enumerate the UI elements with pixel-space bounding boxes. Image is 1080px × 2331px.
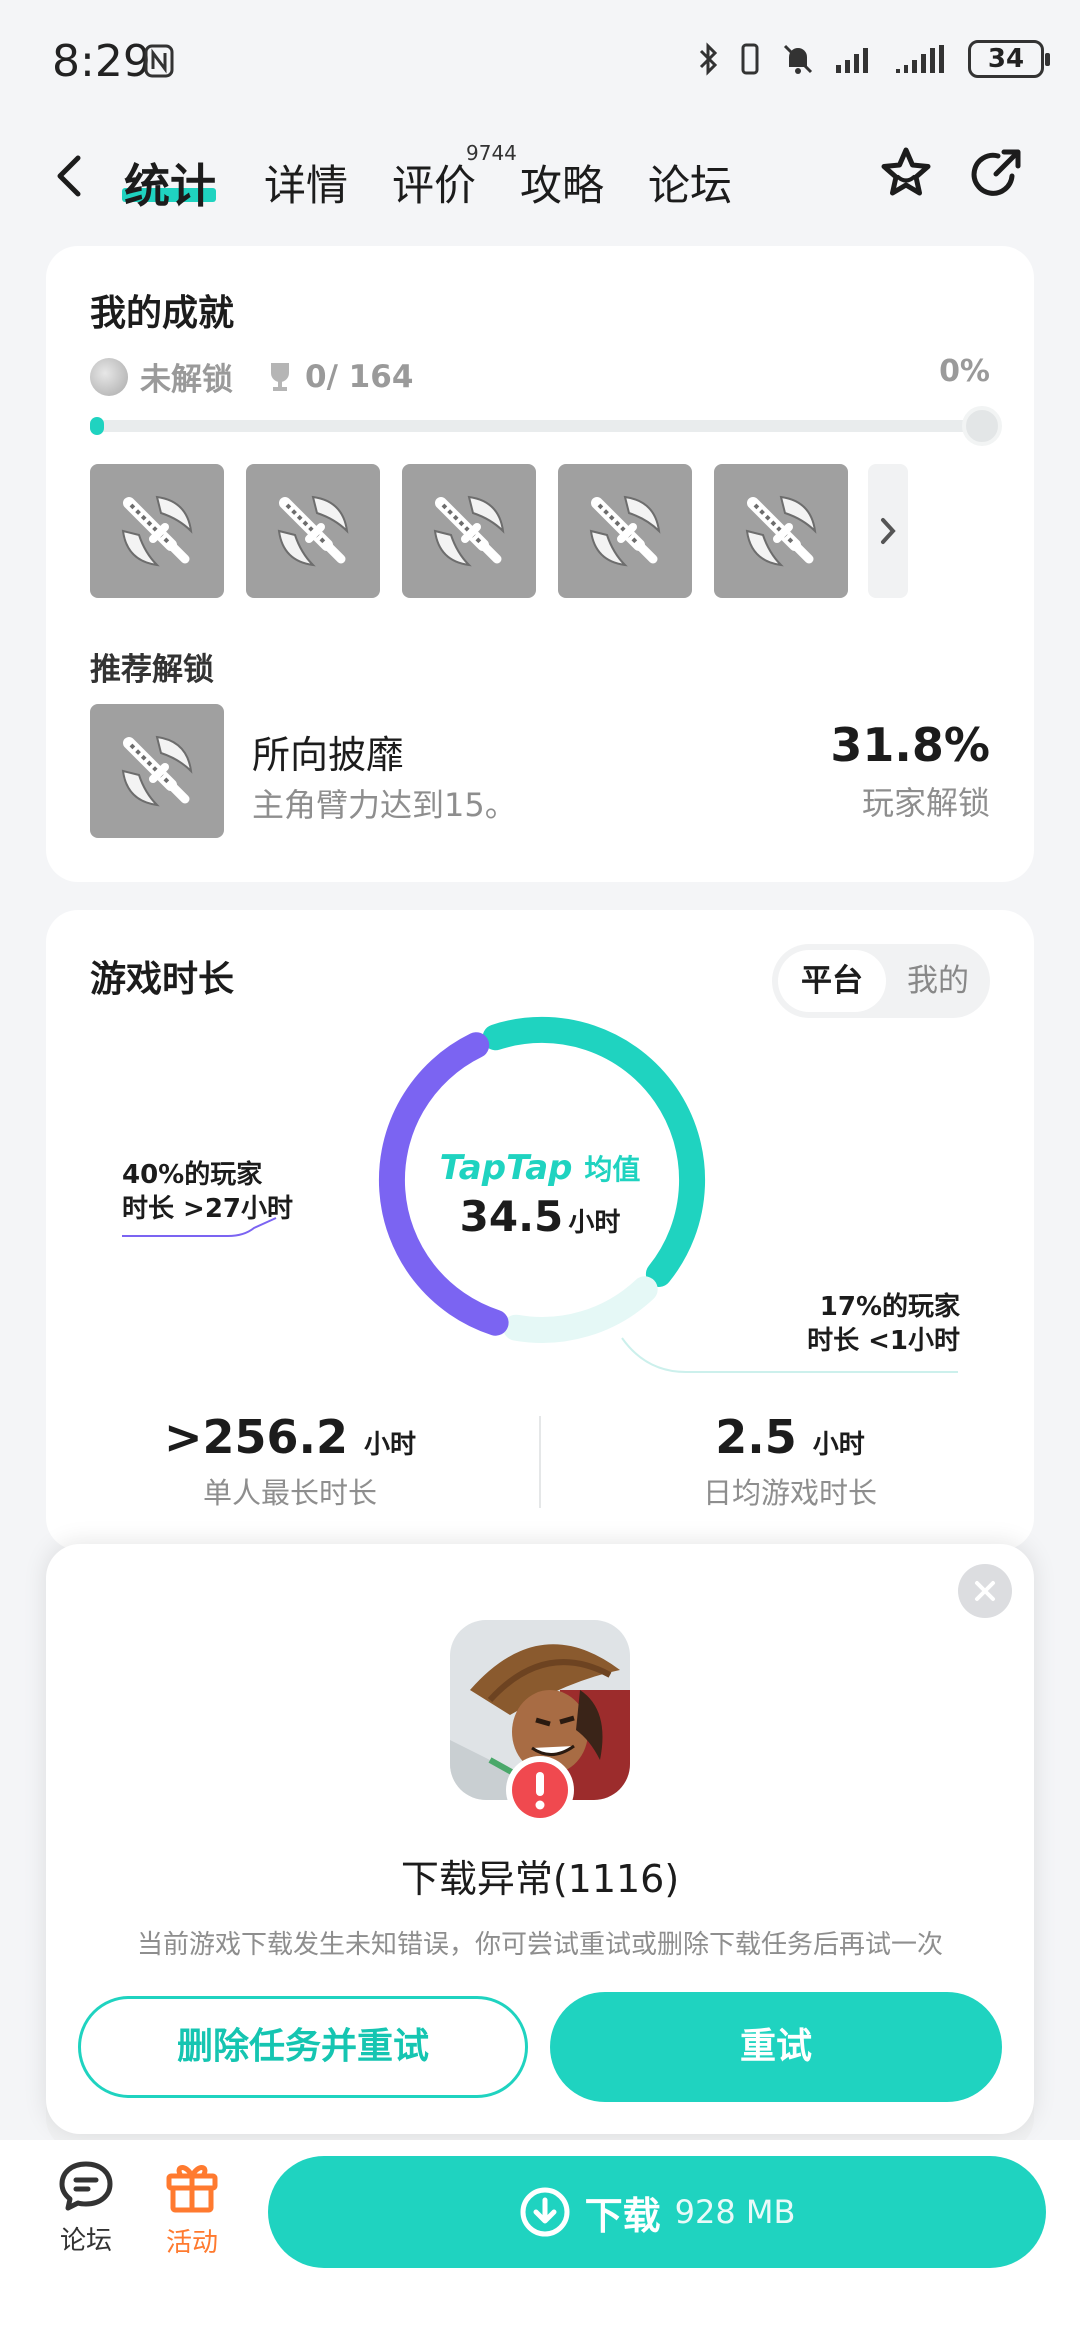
download-label: 下载	[584, 2193, 661, 2238]
sword-badge-icon	[121, 735, 193, 807]
close-icon	[975, 1581, 995, 1601]
average-playtime-unit: 小时	[568, 1208, 621, 1238]
signal-icon	[836, 48, 868, 73]
locked-medal-icon	[90, 357, 128, 396]
taptap-brand: TapTap	[439, 1148, 573, 1188]
tab-forum[interactable]: 论坛	[648, 152, 732, 213]
status-bar: 8:29 34	[0, 0, 1080, 120]
gift-icon	[166, 2165, 218, 2213]
forum-chat-icon	[59, 2161, 113, 2211]
achievement-badge[interactable]	[90, 464, 224, 598]
achievement-badge[interactable]	[558, 464, 692, 598]
dialog-title: 下载异常(1116)	[400, 1857, 680, 1901]
short-playtime-note-line2: 时长 <1小时	[807, 1326, 960, 1356]
daily-playtime-value: 2.5	[715, 1410, 797, 1464]
achievement-badges	[90, 464, 848, 598]
dialog-close-button[interactable]	[958, 1564, 1012, 1618]
forum-label: 论坛	[59, 2226, 112, 2256]
longest-playtime-value: >256.2	[163, 1410, 348, 1464]
short-playtime-note-line1: 17%的玩家	[819, 1292, 960, 1322]
trophy-count: 0/ 164	[305, 358, 414, 395]
review-count-badge: 9744	[466, 141, 517, 165]
activity-button[interactable]: 活动	[142, 2160, 242, 2259]
lock-status: 未解锁	[140, 362, 233, 398]
tab-guides[interactable]: 攻略	[520, 152, 604, 213]
recommend-unlock-label: 玩家解锁	[861, 784, 990, 822]
sword-badge-icon	[433, 495, 505, 567]
bottom-action-bar: 论坛 活动 下载 928 MB	[0, 2140, 1080, 2331]
forum-button[interactable]: 论坛	[36, 2160, 136, 2257]
nfc-icon	[144, 44, 174, 78]
error-alert-icon	[506, 1756, 574, 1824]
dialog-description: 当前游戏下载发生未知错误，你可尝试重试或删除下载任务后再试一次	[136, 1930, 943, 1960]
recommend-badge[interactable]	[90, 704, 224, 838]
tab-details[interactable]: 详情	[264, 152, 348, 213]
status-time: 8:29	[52, 36, 151, 87]
achievement-badge[interactable]	[246, 464, 380, 598]
average-playtime: 34.5 小时	[46, 1192, 1034, 1241]
recommend-unlock-percent: 31.8%	[830, 718, 990, 772]
average-suffix: 均值	[584, 1153, 641, 1186]
achievement-progress-bar	[90, 406, 1002, 446]
mute-bell-icon	[783, 44, 813, 74]
recommend-desc: 主角臂力达到15。	[252, 786, 517, 824]
tab-reviews[interactable]: 评价	[392, 152, 476, 213]
sword-badge-icon	[589, 495, 661, 567]
signal-icon-2	[896, 45, 944, 73]
achievements-card: 我的成就 未解锁 0/ 164 0% 推荐解锁 所向披靡 主角臂力达到15。 3…	[46, 246, 1034, 882]
achievement-badge[interactable]	[402, 464, 536, 598]
achievement-percent: 0%	[939, 354, 990, 389]
average-playtime-value: 34.5	[459, 1192, 564, 1241]
chevron-right-icon	[881, 518, 896, 544]
longest-playtime-stat: >256.2 小时 单人最长时长	[46, 1410, 534, 1512]
back-arrow-icon[interactable]	[54, 154, 84, 198]
progress-fill	[90, 417, 104, 435]
trophy-icon	[271, 362, 289, 391]
retry-button[interactable]: 重试	[550, 1992, 1002, 2102]
progress-end-medal-icon	[962, 406, 1002, 446]
recommend-title: 推荐解锁	[90, 652, 214, 688]
delete-and-retry-button[interactable]: 删除任务并重试	[78, 1996, 528, 2098]
activity-label: 活动	[165, 2228, 218, 2258]
more-badges-button[interactable]	[868, 464, 908, 598]
short-playtime-note: 17%的玩家 时长 <1小时	[807, 1290, 960, 1358]
stat-divider	[539, 1416, 541, 1508]
longest-playtime-label: 单人最长时长	[202, 1476, 377, 1510]
download-icon	[520, 2187, 570, 2237]
download-error-dialog: 下载异常(1116) 当前游戏下载发生未知错误，你可尝试重试或删除下载任务后再试…	[46, 1544, 1034, 2134]
favorite-star-icon[interactable]	[876, 144, 936, 204]
taptap-average-label: TapTap 均值	[46, 1148, 1034, 1188]
bluetooth-icon	[699, 42, 718, 76]
daily-playtime-unit: 小时	[812, 1430, 865, 1460]
vibrate-icon	[741, 43, 759, 75]
achievements-title: 我的成就	[90, 293, 235, 334]
daily-playtime-label: 日均游戏时长	[702, 1476, 877, 1510]
download-button[interactable]: 下载 928 MB	[268, 2156, 1046, 2268]
achievement-status-row: 未解锁 0/ 164	[90, 354, 413, 399]
sword-badge-icon	[121, 495, 193, 567]
sword-badge-icon	[277, 495, 349, 567]
recommend-name: 所向披靡	[252, 733, 405, 777]
sword-badge-icon	[745, 495, 817, 567]
longest-playtime-unit: 小时	[364, 1430, 417, 1460]
download-size: 928 MB	[674, 2193, 796, 2231]
achievement-badge[interactable]	[714, 464, 848, 598]
daily-playtime-stat: 2.5 小时 日均游戏时长	[546, 1410, 1034, 1512]
share-icon[interactable]	[964, 144, 1026, 206]
tab-stats[interactable]: 统计	[124, 150, 216, 216]
status-icons: 34	[698, 40, 1050, 78]
battery-indicator: 34	[968, 40, 1050, 78]
playtime-card: 游戏时长 平台 我的 40%的玩家 时长 >27小时 17%的玩家 时长 <1小…	[46, 910, 1034, 1550]
